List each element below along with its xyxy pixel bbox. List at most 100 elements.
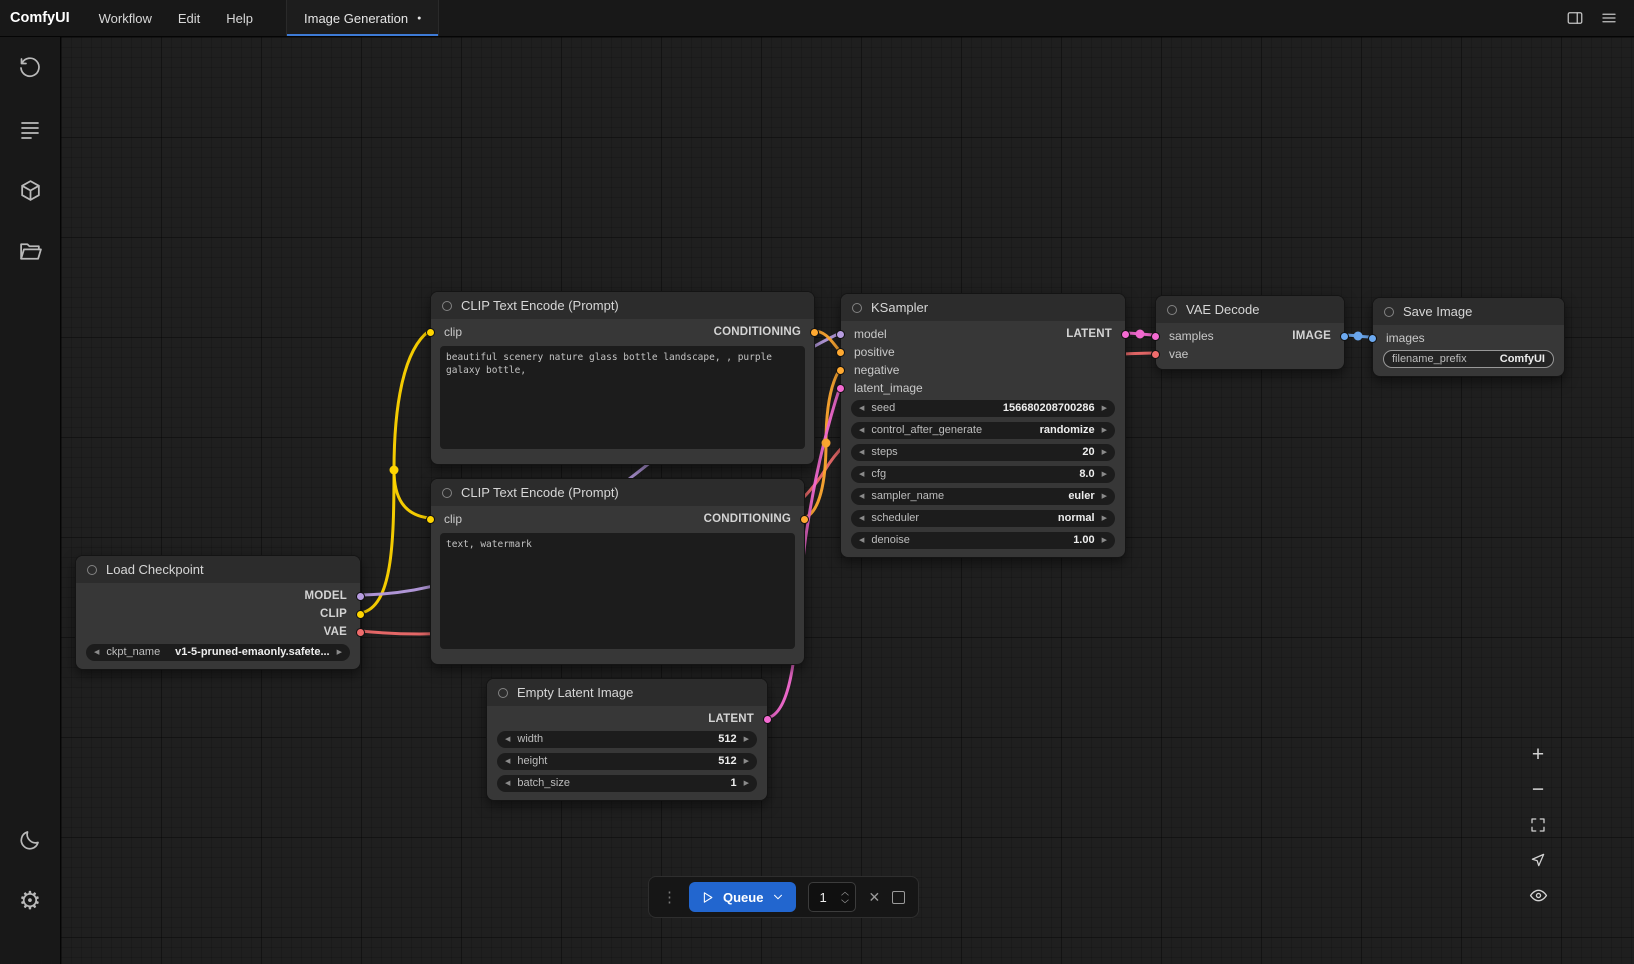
positive-prompt-textarea[interactable]: beautiful scenery nature glass bottle la… [440,346,805,449]
increment-arrow-icon[interactable]: ▶ [1102,537,1107,544]
decrement-arrow-icon[interactable]: ◀ [94,649,99,656]
decrement-arrow-icon[interactable]: ◀ [505,780,510,787]
widget-denoise[interactable]: ◀ denoise 1.00 ▶ [851,532,1115,549]
node-status-dot[interactable] [1384,307,1394,317]
widget-cfg[interactable]: ◀ cfg 8.0 ▶ [851,466,1115,483]
batch-count-input[interactable]: 1 [808,882,856,912]
node-header[interactable]: Save Image [1373,298,1564,325]
node-header[interactable]: VAE Decode [1156,296,1344,323]
decrement-arrow-icon[interactable]: ◀ [505,736,510,743]
vae-output-dot[interactable] [356,628,365,637]
node-status-dot[interactable] [87,565,97,575]
node-status-dot[interactable] [852,303,862,313]
chevron-down-icon[interactable] [771,890,785,904]
clip-output-dot[interactable] [356,610,365,619]
app-logo[interactable]: ComfyUI [0,0,86,36]
decrement-arrow-icon[interactable]: ◀ [859,405,864,412]
increment-arrow-icon[interactable]: ▶ [337,649,342,656]
node-header[interactable]: Empty Latent Image [487,679,767,706]
widget-control-after-generate[interactable]: ◀ control_after_generate randomize ▶ [851,422,1115,439]
node-ksampler[interactable]: KSampler model LATENT positive negative … [840,293,1126,558]
image-output-dot[interactable] [1340,332,1349,341]
toggle-panel-icon[interactable] [1562,5,1588,31]
decrement-arrow-icon[interactable]: ◀ [859,493,864,500]
clip-input-dot[interactable] [426,328,435,337]
widget-seed[interactable]: ◀ seed 156680208700286 ▶ [851,400,1115,417]
increment-arrow-icon[interactable]: ▶ [744,736,749,743]
widget-height[interactable]: ◀ height 512 ▶ [497,753,757,770]
model-library-icon[interactable] [8,168,52,212]
node-library-icon[interactable] [8,107,52,151]
decrement-arrow-icon[interactable]: ◀ [859,427,864,434]
node-header[interactable]: Load Checkpoint [76,556,360,583]
increment-arrow-icon[interactable]: ▶ [1102,405,1107,412]
decrement-arrow-icon[interactable]: ◀ [859,471,864,478]
tab-image-generation[interactable]: Image Generation ● [286,0,439,36]
node-status-dot[interactable] [498,688,508,698]
increment-arrow-icon[interactable]: ▶ [1102,471,1107,478]
menu-edit[interactable]: Edit [165,0,213,36]
node-load-checkpoint[interactable]: Load Checkpoint MODEL CLIP VAE ◀ ckpt_na… [75,555,361,670]
node-status-dot[interactable] [442,488,452,498]
negative-prompt-textarea[interactable]: text, watermark [440,533,795,649]
stop-icon[interactable] [892,891,905,904]
conditioning-output-dot[interactable] [810,328,819,337]
decrement-arrow-icon[interactable]: ◀ [859,537,864,544]
model-output-dot[interactable] [356,592,365,601]
node-clip-text-encode-positive[interactable]: CLIP Text Encode (Prompt) clip CONDITION… [430,291,815,465]
widget-scheduler[interactable]: ◀ scheduler normal ▶ [851,510,1115,527]
model-input-dot[interactable] [836,330,845,339]
latent-output-dot[interactable] [1121,330,1130,339]
increment-arrow-icon[interactable]: ▶ [1102,515,1107,522]
widget-filename-prefix[interactable]: filename_prefix ComfyUI [1383,350,1554,368]
node-clip-text-encode-negative[interactable]: CLIP Text Encode (Prompt) clip CONDITION… [430,478,805,665]
widget-steps[interactable]: ◀ steps 20 ▶ [851,444,1115,461]
queue-button[interactable]: Queue [689,882,796,912]
menu-workflow[interactable]: Workflow [86,0,165,36]
vae-input-dot[interactable] [1151,350,1160,359]
widget-ckpt-name[interactable]: ◀ ckpt_name v1-5-pruned-emaonly.safete..… [86,644,350,661]
widget-sampler-name[interactable]: ◀ sampler_name euler ▶ [851,488,1115,505]
increment-icon[interactable] [840,890,850,897]
decrement-arrow-icon[interactable]: ◀ [859,515,864,522]
hamburger-menu-icon[interactable] [1596,5,1622,31]
latent-output-dot[interactable] [763,715,772,724]
select-mode-button[interactable] [1525,847,1552,873]
node-empty-latent-image[interactable]: Empty Latent Image LATENT ◀ width 512 ▶ … [486,678,768,801]
node-vae-decode[interactable]: VAE Decode samples IMAGE vae [1155,295,1345,370]
node-status-dot[interactable] [1167,305,1177,315]
drag-handle-icon[interactable]: ⋮ [662,888,677,906]
images-input-dot[interactable] [1368,334,1377,343]
theme-toggle-moon-icon[interactable] [8,818,52,862]
fit-view-button[interactable] [1525,812,1552,838]
node-header[interactable]: CLIP Text Encode (Prompt) [431,479,804,506]
increment-arrow-icon[interactable]: ▶ [1102,427,1107,434]
decrement-icon[interactable] [840,898,850,905]
increment-arrow-icon[interactable]: ▶ [744,780,749,787]
widget-batch-size[interactable]: ◀ batch_size 1 ▶ [497,775,757,792]
node-header[interactable]: CLIP Text Encode (Prompt) [431,292,814,319]
samples-input-dot[interactable] [1151,332,1160,341]
increment-arrow-icon[interactable]: ▶ [1102,449,1107,456]
node-status-dot[interactable] [442,301,452,311]
increment-arrow-icon[interactable]: ▶ [1102,493,1107,500]
latent-image-input-dot[interactable] [836,384,845,393]
clip-input-dot[interactable] [426,515,435,524]
positive-input-dot[interactable] [836,348,845,357]
conditioning-output-dot[interactable] [800,515,809,524]
node-header[interactable]: KSampler [841,294,1125,321]
negative-input-dot[interactable] [836,366,845,375]
menu-help[interactable]: Help [213,0,266,36]
decrement-arrow-icon[interactable]: ◀ [859,449,864,456]
history-icon[interactable] [8,46,52,90]
zoom-out-button[interactable]: − [1525,777,1552,803]
toggle-link-visibility-button[interactable] [1525,882,1552,908]
increment-arrow-icon[interactable]: ▶ [744,758,749,765]
widget-width[interactable]: ◀ width 512 ▶ [497,731,757,748]
clear-queue-icon[interactable]: ✕ [868,889,880,906]
node-save-image[interactable]: Save Image images filename_prefix ComfyU… [1372,297,1565,377]
zoom-in-button[interactable]: + [1525,742,1552,768]
settings-gear-icon[interactable]: ⚙ [8,879,52,923]
workflows-folder-icon[interactable] [8,229,52,273]
decrement-arrow-icon[interactable]: ◀ [505,758,510,765]
